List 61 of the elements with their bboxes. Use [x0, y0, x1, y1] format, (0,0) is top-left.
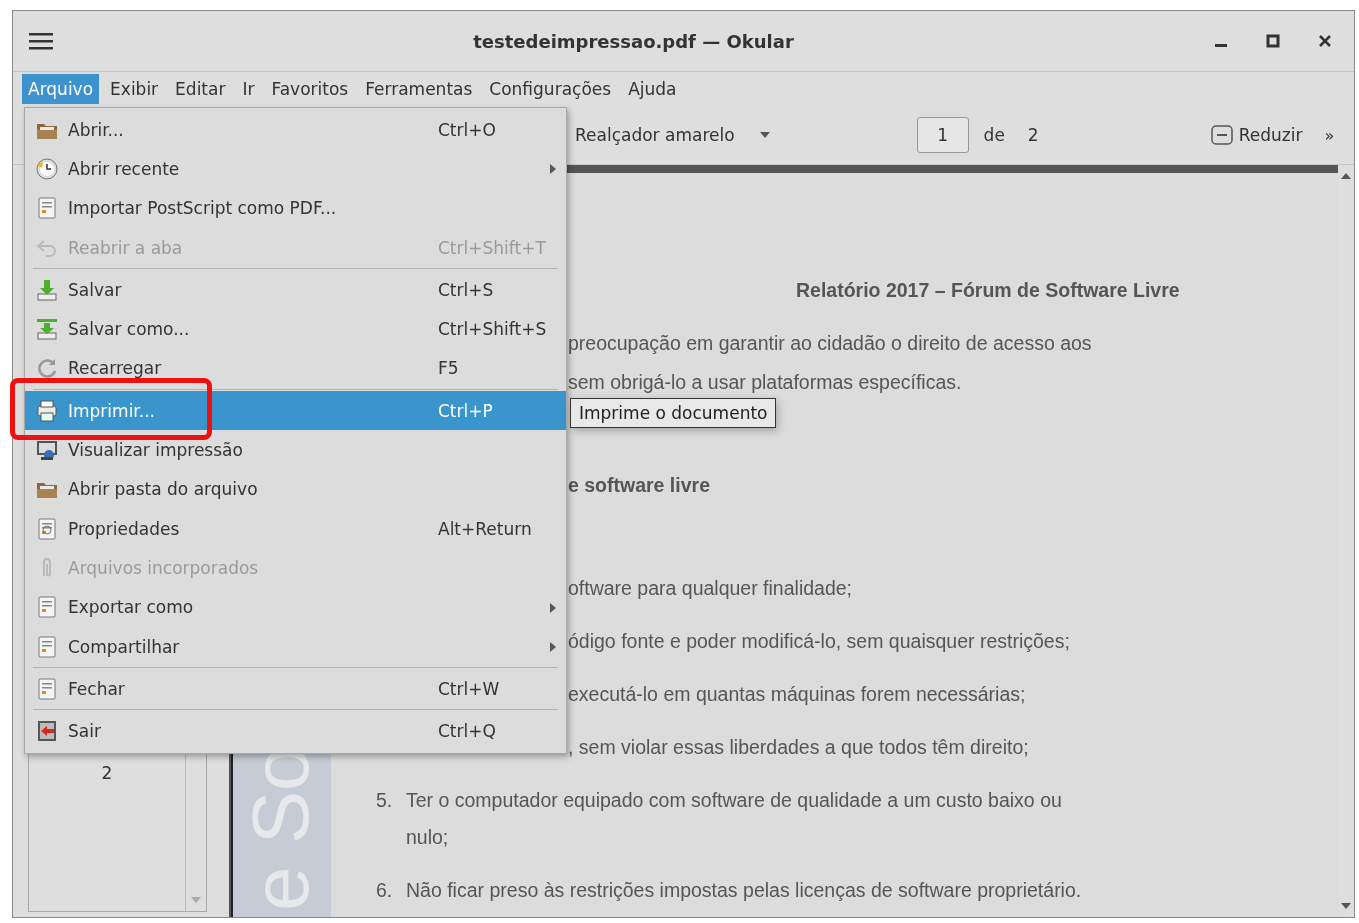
page-of-label: de	[983, 125, 1005, 145]
scroll-up-icon[interactable]	[1341, 173, 1351, 179]
menu-bar-item[interactable]: Configurações	[483, 74, 618, 104]
document-text: nulo;	[406, 826, 449, 849]
menu-item[interactable]: Fechar Ctrl+W	[25, 669, 566, 709]
thumbnail-label[interactable]: 2	[101, 763, 113, 783]
save-icon	[35, 277, 59, 302]
document-text: sem obrigá-lo a usar plataformas específicas.	[568, 371, 962, 394]
document-text: oftware para qualquer finalidade;	[568, 577, 853, 600]
list-number: 5.	[376, 789, 394, 812]
menu-item[interactable]: Visualizar impressão	[25, 430, 566, 470]
printer-icon	[35, 398, 59, 423]
menu-bar-item[interactable]: Editar	[169, 74, 232, 104]
caret-icon[interactable]	[758, 131, 771, 139]
page-count: 2	[1027, 125, 1039, 145]
menu-item[interactable]: Abrir recente	[25, 149, 566, 189]
overflow-button[interactable]: »	[1324, 125, 1335, 145]
document-icon	[35, 595, 59, 620]
menu-bar-item[interactable]: Exibir	[104, 74, 165, 104]
maximize-icon[interactable]	[1266, 34, 1280, 48]
close-icon[interactable]	[1318, 34, 1332, 48]
menu-item[interactable]: Salvar Ctrl+S	[25, 270, 566, 310]
menu-item[interactable]: Importar PostScript como PDF...	[25, 188, 566, 228]
menu-bar-item[interactable]: Ferramentas	[359, 74, 479, 104]
scroll-down-icon[interactable]	[1341, 903, 1351, 909]
zoom-out-icon	[1210, 125, 1233, 145]
menu-icon[interactable]	[29, 32, 53, 50]
menu-item[interactable]: Sair Ctrl+Q	[25, 711, 566, 751]
document-text: , sem violar essas liberdades a que todos têm direito;	[568, 736, 1029, 759]
annotation-tool-selector[interactable]: Realçador amarelo	[575, 125, 735, 145]
page-number-field[interactable]: 1	[916, 117, 969, 153]
menu-item[interactable]: Abrir... Ctrl+O	[25, 110, 566, 150]
menu-item[interactable]: Exportar como	[25, 587, 566, 627]
exit-icon	[35, 719, 59, 744]
document-icon	[35, 634, 59, 659]
menu-bar-item[interactable]: Ajuda	[622, 74, 683, 104]
menu-item[interactable]: Salvar como... Ctrl+Shift+S	[25, 309, 566, 349]
document-text: e software livre	[568, 474, 710, 497]
zoom-out-button[interactable]: Reduzir	[1206, 121, 1307, 149]
menu-item[interactable]: Abrir pasta do arquivo	[25, 469, 566, 509]
document-text: preocupação em garantir ao cidadão o direito de acesso aos	[568, 332, 1092, 355]
menu-item[interactable]: Recarregar F5	[25, 348, 566, 389]
menu-bar-item[interactable]: Ir	[236, 74, 261, 104]
document-text: Não ficar preso às restrições impostas pelas licenças de software proprietário.	[406, 879, 1082, 902]
clock-icon	[35, 156, 59, 181]
document-text: ódigo fonte e poder modificá-lo, sem quaisquer restrições;	[568, 630, 1070, 653]
menu-item[interactable]: Compartilhar	[25, 626, 566, 667]
document-icon	[35, 516, 59, 541]
menu-bar-item[interactable]: Favoritos	[265, 74, 355, 104]
save-as-icon	[35, 317, 59, 342]
list-number: 6.	[376, 879, 394, 902]
menu-item[interactable]: Propriedades Alt+Return	[25, 508, 566, 549]
document-icon	[35, 676, 59, 701]
document-text: executá-lo em quantas máquinas forem necessárias;	[568, 683, 1026, 706]
document-text: Relatório 2017 – Fórum de Software Livre	[796, 279, 1180, 302]
window-title: testedeimpressao.pdf — Okular	[472, 30, 795, 52]
monitor-icon	[35, 438, 59, 462]
document-icon	[35, 196, 59, 221]
reload-icon	[35, 356, 59, 381]
document-text: Ter o computador equipado com software de qualidade a um custo baixo ou	[406, 789, 1062, 812]
tooltip: Imprime o documento	[570, 398, 777, 428]
